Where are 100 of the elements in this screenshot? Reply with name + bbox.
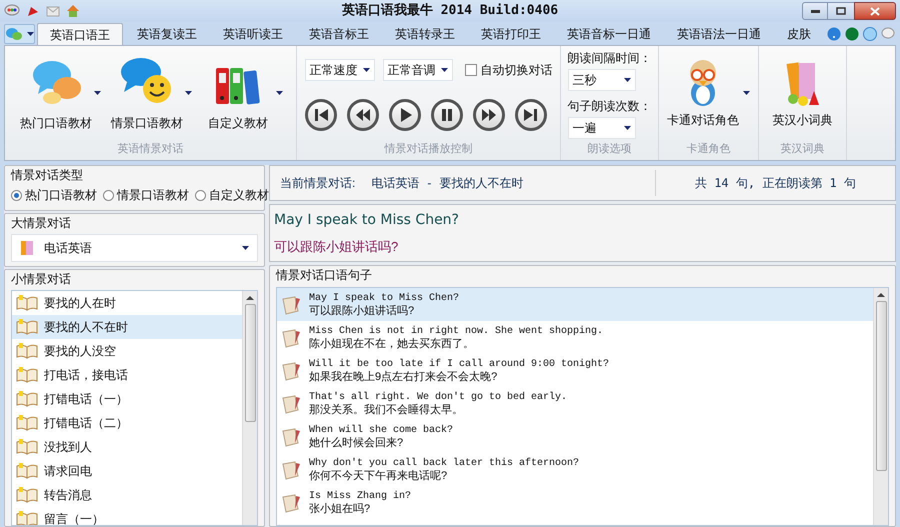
- cartoon-role-button[interactable]: 卡通对话角色: [667, 57, 739, 130]
- sentence-row[interactable]: May I speak to Miss Chen? 可以跟陈小姐讲话吗?: [277, 288, 873, 321]
- chinese-text: 如果我在晚上9点左右打来会不会太晚?: [309, 370, 498, 382]
- scene-list-item[interactable]: 打错电话（二）: [12, 411, 242, 435]
- tab[interactable]: 英语听读王: [211, 23, 295, 45]
- tab[interactable]: 皮肤: [775, 23, 823, 45]
- dropdown-caret-icon: [440, 68, 448, 72]
- book-icon: [16, 391, 38, 407]
- book-icon: [16, 415, 38, 431]
- dropdown-caret-icon: [624, 126, 630, 130]
- sentence-row[interactable]: When will she come back? 她什么时候会回来?: [277, 420, 873, 453]
- scene-list-item[interactable]: 要找的人不在时: [12, 315, 242, 339]
- dropdown-caret-icon: [362, 68, 370, 72]
- skip-back-button[interactable]: [304, 99, 336, 132]
- interval-label: 朗读间隔时间：: [568, 50, 652, 68]
- scene-list-item[interactable]: 打错电话（一）: [12, 387, 242, 411]
- home-icon[interactable]: [66, 4, 80, 18]
- dropdown[interactable]: 一遍: [568, 117, 636, 140]
- book-icon: [16, 463, 38, 479]
- notepad-icon: [281, 492, 303, 512]
- play-button[interactable]: [388, 99, 420, 132]
- scene-list-item[interactable]: 转告消息: [12, 483, 242, 507]
- binders-icon: [214, 66, 262, 106]
- dropdown[interactable]: 正常速度: [304, 59, 374, 82]
- radio-label: 情景口语教材: [117, 187, 189, 204]
- sentence-row[interactable]: Will it be too late if I call around 9:00 tonight? 如果我在晚上9点左右打来会不会太晚?: [277, 354, 873, 387]
- scene-title: 没找到人: [44, 439, 92, 456]
- panel-title: 情景对话类型: [10, 167, 84, 183]
- tab[interactable]: 英语打印王: [469, 23, 553, 45]
- dropdown-caret-icon: [276, 91, 283, 96]
- english-text: Miss Chen is not in right now. She went shopping.: [309, 326, 604, 338]
- books-icon: [20, 239, 34, 257]
- scene-list-item[interactable]: 留言（一）: [12, 507, 242, 525]
- chat-bubbles-icon: [30, 58, 82, 106]
- radio-button[interactable]: [103, 190, 114, 200]
- tab[interactable]: 英语语法一日通: [665, 23, 773, 45]
- material-button[interactable]: 热门口语教材: [18, 54, 94, 132]
- fast-forward-button[interactable]: [472, 99, 504, 132]
- scene-list-item[interactable]: 没找到人: [12, 435, 242, 459]
- group-caption: 情景对话播放控制: [383, 142, 474, 156]
- dropdown-caret-icon: [27, 32, 34, 36]
- material-button[interactable]: 情景口语教材: [109, 54, 185, 132]
- maximize-button[interactable]: [828, 2, 854, 20]
- close-button[interactable]: [854, 2, 896, 20]
- rewind-icon: [356, 108, 370, 122]
- scrollbar[interactable]: [873, 288, 888, 525]
- chinese-text: 可以跟陈小姐讲话吗?: [309, 304, 416, 316]
- tab[interactable]: 英语口语王: [37, 23, 123, 45]
- group-caption: 卡通角色: [686, 142, 732, 156]
- english-text: Will it be too late if I call around 9:00 tonight?: [309, 358, 610, 370]
- book-icon: [16, 319, 38, 335]
- maximize-icon: [836, 7, 846, 15]
- dropdown-caret-icon: [624, 78, 630, 82]
- chinese-text: 张小姐在吗?: [309, 502, 372, 514]
- scroll-thumb[interactable]: [876, 301, 886, 471]
- dropdown-caret-icon: [94, 91, 101, 96]
- scene-dropdown[interactable]: 电话英语: [11, 234, 258, 262]
- english-text: Why don't you call back later this afternoon?: [309, 458, 580, 470]
- dropdown[interactable]: 三秒: [568, 69, 636, 92]
- skip-forward-button[interactable]: [514, 99, 546, 132]
- rewind-button[interactable]: [346, 99, 378, 132]
- scene-list-item[interactable]: 请求回电: [12, 459, 242, 483]
- tab[interactable]: 英语转录王: [383, 23, 467, 45]
- chinese-text: 那没关系。我们不会睡得太早。: [309, 404, 464, 416]
- scene-title: 留言（一）: [44, 511, 104, 525]
- close-icon: [870, 6, 880, 16]
- minimize-button[interactable]: [802, 2, 828, 20]
- sentence-row[interactable]: Why don't you call back later this afternoon? 你何不今天下午再来电话呢?: [277, 453, 873, 486]
- notepad-icon: [281, 294, 303, 314]
- skip-back-icon: [314, 108, 328, 122]
- pause-icon: [440, 108, 454, 122]
- tab[interactable]: 英语复读王: [125, 23, 209, 45]
- checkbox-label: 自动切换对话: [480, 62, 552, 80]
- english-text: When will she come back?: [309, 424, 454, 436]
- sentence-row[interactable]: Miss Chen is not in right now. She went shopping. 陈小姐现在不在，她去买东西了。: [277, 321, 873, 354]
- tab[interactable]: 英语音标王: [297, 23, 381, 45]
- scrollbar[interactable]: [242, 291, 257, 525]
- scene-title: 要找的人没空: [44, 343, 116, 360]
- book-icon: [16, 367, 38, 383]
- checkbox[interactable]: [464, 64, 476, 76]
- scene-title: 要找的人不在时: [44, 319, 128, 336]
- radio-button[interactable]: [195, 190, 206, 200]
- scroll-thumb[interactable]: [244, 304, 256, 422]
- dictionary-button[interactable]: 英汉小词典: [772, 57, 832, 130]
- book-icon: [16, 295, 38, 311]
- scene-list-item[interactable]: 要找的人在时: [12, 291, 242, 315]
- app-menu-button[interactable]: [4, 24, 35, 44]
- pen-icon[interactable]: [26, 4, 40, 18]
- english-text: That's all right. We don't go to bed early.: [309, 392, 568, 404]
- dropdown[interactable]: 正常音调: [382, 59, 452, 82]
- scene-list-item[interactable]: 打电话，接电话: [12, 363, 242, 387]
- dropdown-caret-icon: [743, 91, 750, 96]
- material-button[interactable]: 自定义教材: [200, 54, 276, 132]
- radio-button[interactable]: [11, 190, 22, 200]
- pause-button[interactable]: [430, 99, 462, 132]
- scene-list-item[interactable]: 要找的人没空: [12, 339, 242, 363]
- sentence-row[interactable]: Is Miss Zhang in? 张小姐在吗?: [277, 486, 873, 519]
- sentence-row[interactable]: That's all right. We don't go to bed early. 那没关系。我们不会睡得太早。: [277, 387, 873, 420]
- book-icon: [16, 511, 38, 525]
- tab[interactable]: 英语音标一日通: [555, 23, 663, 45]
